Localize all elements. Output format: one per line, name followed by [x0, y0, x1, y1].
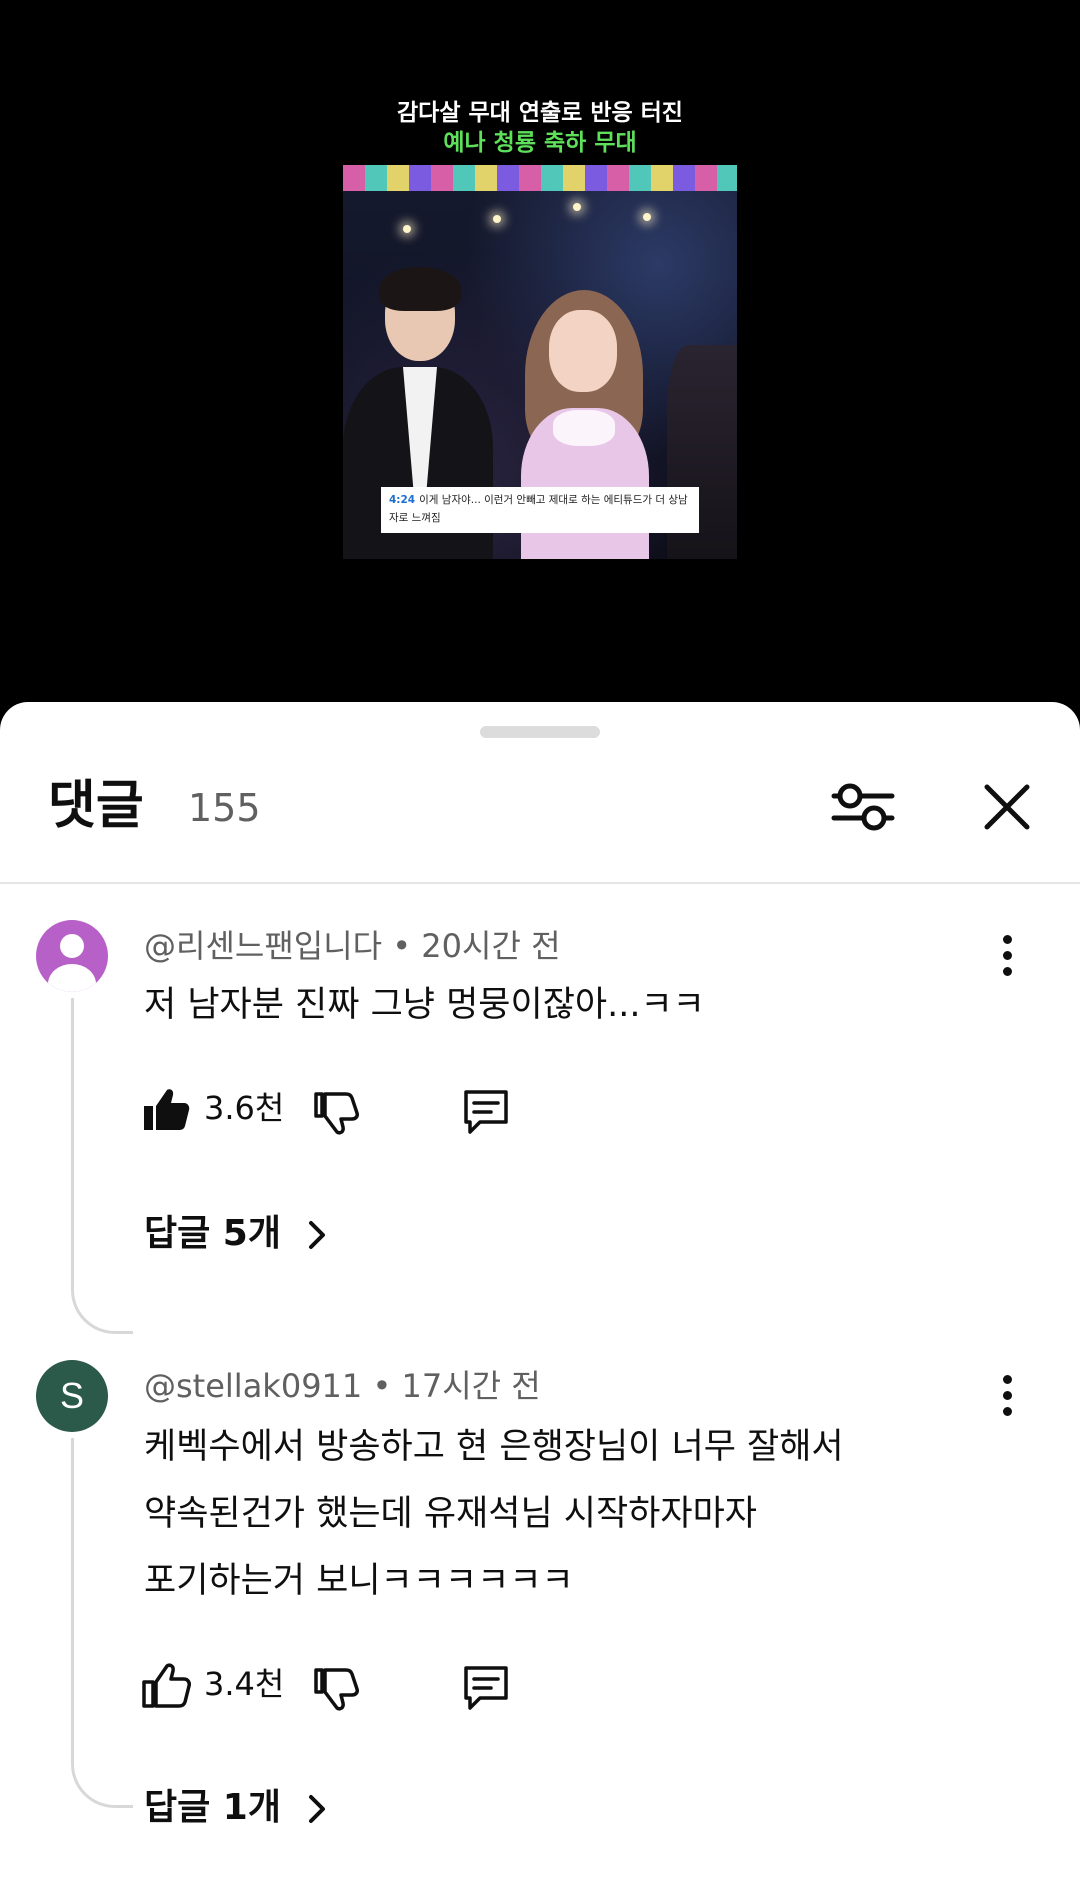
- video-frame: 4:24 이게 남자야... 이런거 안빼고 제대로 하는 에티튜드가 더 상남자…: [343, 165, 737, 559]
- comment-more-button[interactable]: [986, 1366, 1030, 1426]
- avatar-letter: S: [59, 1375, 84, 1416]
- comment-line: 포기하는거 보니ㅋㅋㅋㅋㅋㅋ: [144, 1561, 574, 1601]
- replies-label: 답글 5개: [144, 1213, 281, 1254]
- thread-line: [71, 998, 133, 1334]
- comment-more-button[interactable]: [986, 926, 1030, 986]
- like-button[interactable]: [140, 1660, 192, 1712]
- comment-actions: 3.6천: [140, 1080, 540, 1140]
- more-vert-icon: [1003, 1375, 1012, 1384]
- sliders-icon: [831, 783, 895, 831]
- comment-line: 저 남자분 진짜 그냥 멍뭉이잖아...ㅋㅋ: [144, 985, 705, 1025]
- drag-handle[interactable]: [480, 726, 600, 738]
- comment-author-meta[interactable]: @stellak0911 • 17시간 전: [144, 1366, 541, 1406]
- more-vert-icon: [1003, 935, 1012, 944]
- subtitle-text: 이게 남자야... 이런거 안빼고 제대로 하는 에티튜드가 더 상남자로 느껴…: [389, 494, 688, 524]
- comment-line: 약속된건가 했는데 유재석님 시작하자마자: [144, 1494, 757, 1534]
- comment-count: 155: [188, 786, 261, 830]
- dislike-button[interactable]: [310, 1086, 362, 1138]
- replies-label: 답글 1개: [144, 1787, 281, 1828]
- close-icon: [984, 784, 1030, 830]
- subtitle-timestamp: 4:24: [389, 494, 416, 506]
- caption-line-1: 감다살 무대 연출로 반응 터진: [397, 100, 683, 126]
- thumbs-down-icon: [314, 1668, 359, 1711]
- stage-light: [643, 213, 651, 221]
- sheet-title: 댓글: [48, 776, 144, 836]
- stage-light: [493, 215, 501, 223]
- reply-button[interactable]: [458, 1084, 514, 1140]
- avatar[interactable]: S: [36, 1360, 108, 1432]
- comment-author-meta[interactable]: @리센느팬입니다 • 20시간 전: [144, 926, 561, 966]
- comment-icon: [464, 1090, 508, 1134]
- comment-text: 저 남자분 진짜 그냥 멍뭉이잖아...ㅋㅋ: [144, 972, 705, 1039]
- stage-decoration: [343, 165, 737, 191]
- chevron-right-icon: [308, 1795, 325, 1823]
- view-replies-button[interactable]: 답글 1개: [144, 1786, 330, 1830]
- comment-icon: [464, 1666, 508, 1710]
- sheet-header: 댓글 155: [0, 766, 1080, 846]
- avatar[interactable]: [36, 920, 108, 992]
- comments-sheet: 댓글 155 @리센느팬입니다 • 20시간 전 저 남자분 진짜 그냥 멍뭉이…: [0, 702, 1080, 1898]
- like-count: 3.4천: [204, 1665, 285, 1703]
- dislike-button[interactable]: [310, 1662, 362, 1714]
- thumbs-down-icon: [314, 1092, 359, 1135]
- comment-actions: 3.4천: [140, 1656, 540, 1716]
- filter-button[interactable]: [828, 772, 898, 842]
- close-button[interactable]: [972, 772, 1042, 842]
- comment-line: 케벡수에서 방송하고 현 은행장님이 너무 잘해서: [144, 1427, 844, 1467]
- view-replies-button[interactable]: 답글 5개: [144, 1212, 330, 1256]
- reply-button[interactable]: [458, 1660, 514, 1716]
- like-count: 3.6천: [204, 1089, 285, 1127]
- chevron-right-icon: [308, 1221, 325, 1249]
- video-caption: 감다살 무대 연출로 반응 터진 예나 청룡 축하 무대: [0, 98, 1080, 158]
- thumbs-up-filled-icon: [144, 1089, 190, 1130]
- like-button[interactable]: [140, 1084, 192, 1136]
- comment-text: 케벡수에서 방송하고 현 은행장님이 너무 잘해서 약속된건가 했는데 유재석님…: [144, 1414, 844, 1615]
- header-divider: [0, 882, 1080, 884]
- stage-light: [403, 225, 411, 233]
- thread-line: [71, 1438, 133, 1808]
- thumbs-up-icon: [142, 1663, 191, 1708]
- stage-light: [573, 203, 581, 211]
- subtitle-box: 4:24 이게 남자야... 이런거 안빼고 제대로 하는 에티튜드가 더 상남자…: [381, 487, 699, 533]
- video-player[interactable]: 감다살 무대 연출로 반응 터진 예나 청룡 축하 무대 4:24 이게 남자야.…: [0, 0, 1080, 702]
- caption-line-2: 예나 청룡 축하 무대: [443, 130, 637, 156]
